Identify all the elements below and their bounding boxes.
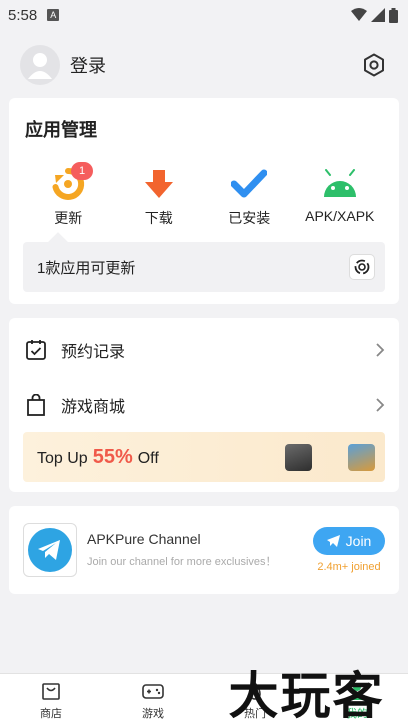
update-available-bar[interactable]: 1款应用可更新 [23,242,385,292]
join-label: Join [345,533,372,549]
profile-header: 登录 [0,30,408,100]
send-icon [326,535,340,547]
login-area[interactable]: 登录 [20,45,106,85]
app-management-card: 应用管理 1 更新 下载 已安装 APK/XAPK 1款应用可更新 [9,98,399,304]
apk-xapk-button[interactable]: APK/XAPK [295,166,386,228]
chevron-right-icon [376,342,385,357]
update-available-text: 1款应用可更新 [37,259,136,277]
settings-button[interactable] [360,51,388,79]
installed-button[interactable]: 已安装 [204,166,295,228]
avatar[interactable] [20,45,60,85]
game-thumbnail[interactable] [348,443,375,471]
calendar-check-icon [26,339,46,360]
update-count-badge: 1 [71,162,93,180]
telegram-icon [28,528,72,572]
android-icon [323,169,356,197]
reservations-row[interactable]: 预约记录 [23,322,385,377]
update-button[interactable]: 1 更新 [23,162,114,228]
telegram-logo [23,523,77,577]
wifi-icon [351,8,367,21]
update-label: 更新 [54,210,83,226]
app-management-title: 应用管理 [25,120,97,140]
promo-prefix: Top Up [37,449,88,467]
game-store-row[interactable]: 游戏商城 [23,377,385,432]
gamepad-icon [142,683,164,699]
nav-store[interactable]: 商店 [0,674,102,727]
nav-store-label: 商店 [40,707,62,720]
status-time: 5:58 [8,6,38,24]
watermark-logo: 大玩客 [205,659,408,725]
chevron-right-icon [376,397,385,412]
download-button[interactable]: 下载 [114,166,205,228]
download-label: 下载 [144,210,173,226]
installed-icon [231,169,268,198]
installed-label: 已安装 [228,210,271,226]
promo-suffix: Off [137,449,159,467]
apk-xapk-label: APK/XAPK [305,208,375,224]
refresh-icon [354,259,370,275]
download-icon [144,170,173,198]
watermark-text: 大玩客 [228,667,385,725]
gear-icon [364,53,384,77]
status-bar: 5:58 A [0,0,408,30]
notification-icon: A [47,9,60,21]
shopping-bag-icon [27,393,45,416]
store-icon [42,682,60,700]
telegram-channel-card: APKPure Channel Join our channel for mor… [9,506,399,594]
nav-games-label: 游戏 [142,707,164,720]
nav-games[interactable]: 游戏 [102,674,204,727]
game-store-label: 游戏商城 [61,398,126,416]
top-up-banner[interactable]: Top Up 55% Off [23,432,385,482]
channel-subtitle: Join our channel for more exclusives！ [87,556,277,568]
signal-icon [371,8,385,22]
services-card: 预约记录 游戏商城 Top Up 55% Off [9,318,399,492]
reservations-label: 预约记录 [61,343,126,361]
join-button[interactable]: Join [313,527,385,555]
update-all-button[interactable] [349,254,375,280]
game-thumbnail[interactable] [285,443,312,471]
login-label[interactable]: 登录 [70,52,106,78]
joined-count: 2.4m+ joined [317,561,381,573]
battery-icon [389,7,398,23]
user-icon [28,53,52,79]
channel-title: APKPure Channel [87,531,201,547]
promo-percent: 55% [92,445,133,468]
